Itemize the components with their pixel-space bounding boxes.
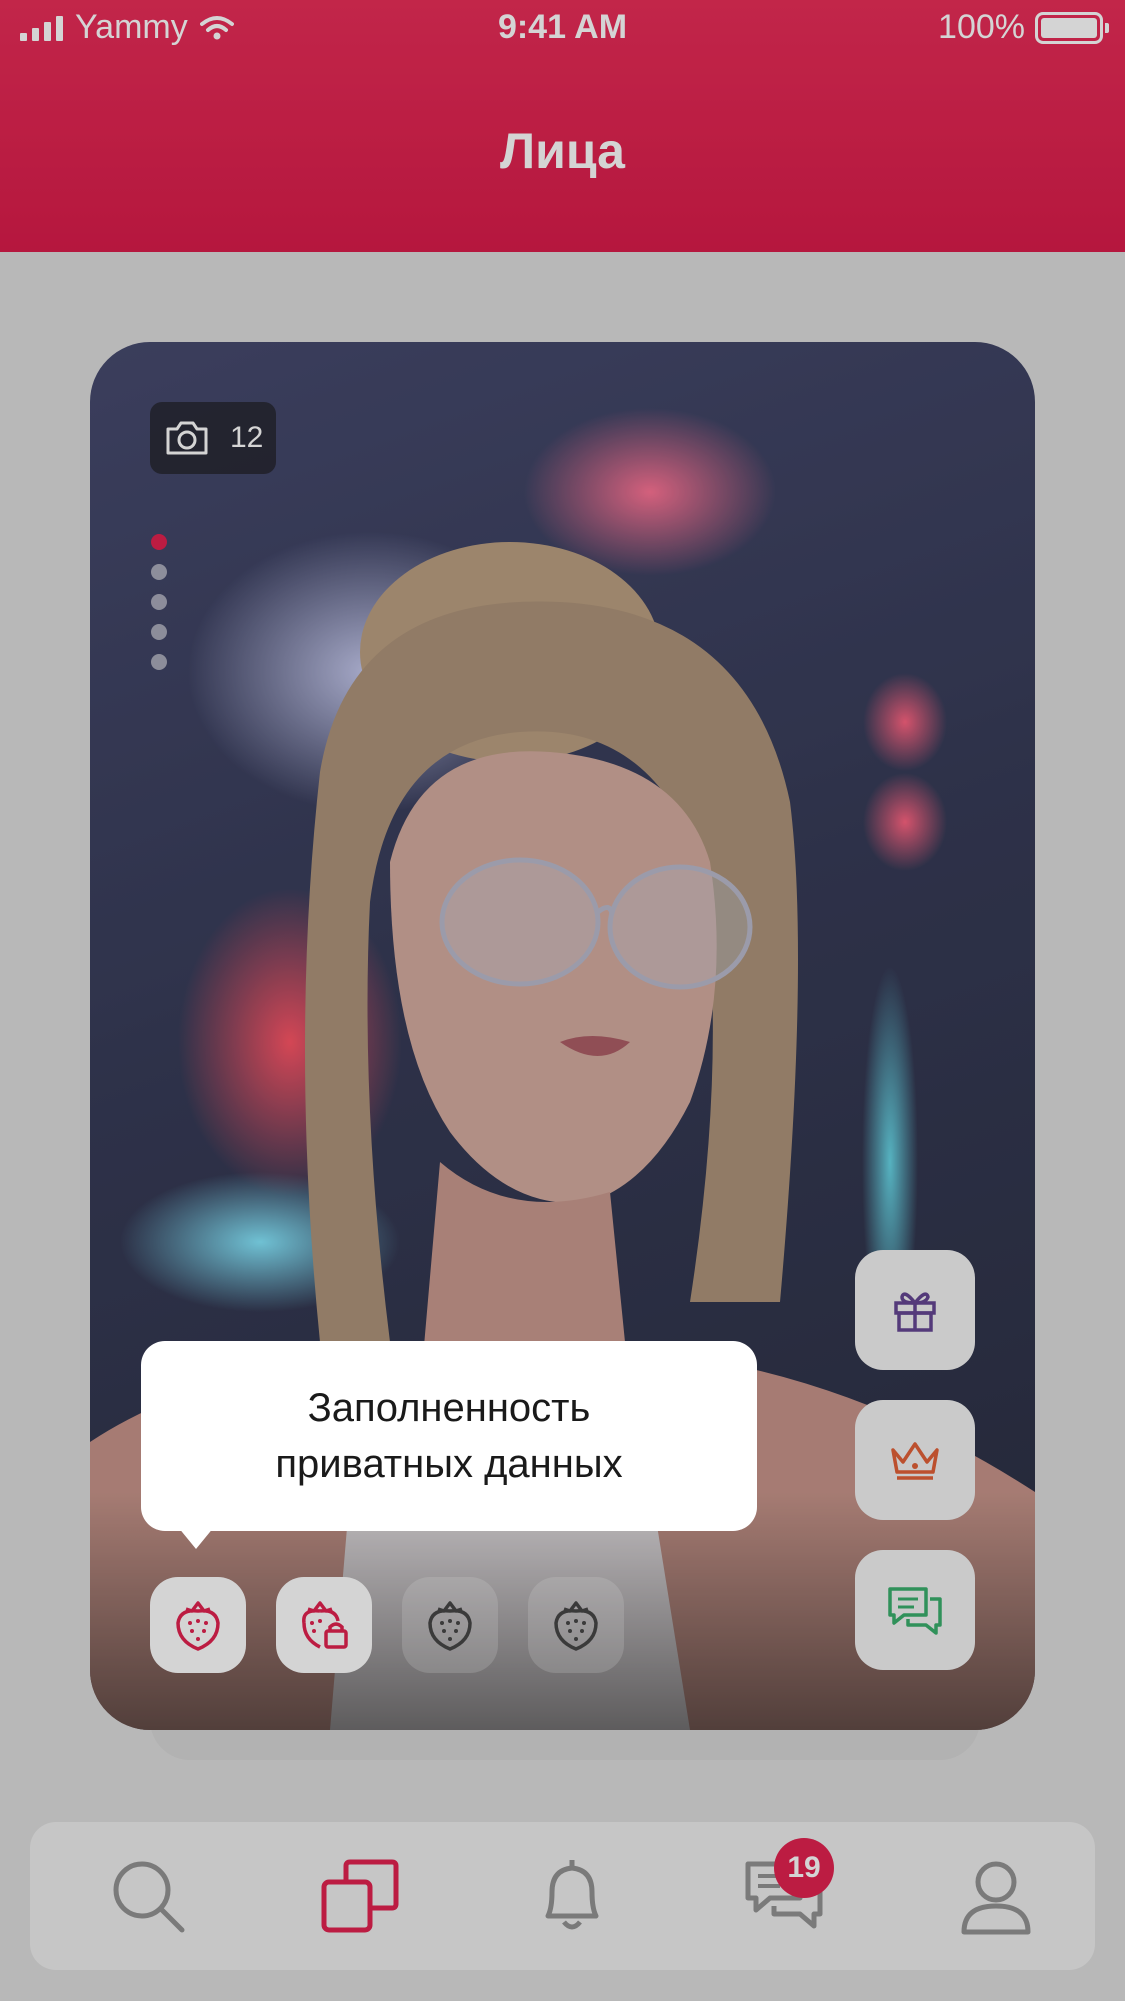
- pager-dot[interactable]: [151, 534, 167, 550]
- battery-icon: [1035, 11, 1109, 44]
- chat-icon: [888, 1587, 942, 1635]
- search-icon: [113, 1861, 185, 1933]
- pager-dot[interactable]: [151, 564, 167, 580]
- strawberry-lock-icon: [302, 1601, 348, 1649]
- pager-dot[interactable]: [151, 594, 167, 610]
- gift-button[interactable]: [855, 1250, 975, 1370]
- tab-search[interactable]: [100, 1848, 196, 1944]
- private-data-locked-indicator[interactable]: [276, 1577, 372, 1673]
- app-header: Yammy 9:41 AM 100% Лица: [0, 0, 1125, 252]
- pager-dot[interactable]: [151, 654, 167, 670]
- photo-pager[interactable]: [151, 534, 167, 670]
- tab-profile[interactable]: [948, 1848, 1044, 1944]
- strawberry-icon: [176, 1601, 220, 1651]
- battery-percent: 100%: [938, 8, 1025, 46]
- tab-cards[interactable]: [312, 1848, 408, 1944]
- gift-icon: [894, 1292, 936, 1332]
- page-title: Лица: [500, 123, 625, 179]
- private-data-indicator-empty[interactable]: [528, 1577, 624, 1673]
- photo-count: 12: [230, 421, 264, 454]
- private-data-indicator[interactable]: [150, 1577, 246, 1673]
- photo-count-badge: 12: [150, 402, 276, 474]
- bell-icon: [545, 1860, 599, 1930]
- chat-button[interactable]: [855, 1550, 975, 1670]
- pager-dot[interactable]: [151, 624, 167, 640]
- premium-button[interactable]: [855, 1400, 975, 1520]
- crown-icon: [891, 1442, 939, 1480]
- tab-bar: 19: [30, 1822, 1095, 1970]
- tab-messages[interactable]: 19: [736, 1838, 834, 1944]
- profile-icon: [961, 1861, 1031, 1935]
- cards-icon: [321, 1859, 399, 1933]
- private-data-tooltip: Заполненность приватных данных: [141, 1341, 757, 1531]
- private-data-indicator-empty[interactable]: [402, 1577, 498, 1673]
- camera-icon: [166, 421, 208, 455]
- status-bar: Yammy 9:41 AM 100%: [0, 0, 1125, 60]
- tab-notifications[interactable]: [524, 1848, 620, 1944]
- strawberry-icon: [554, 1601, 598, 1651]
- messages-badge: 19: [774, 1838, 834, 1898]
- strawberry-icon: [428, 1601, 472, 1651]
